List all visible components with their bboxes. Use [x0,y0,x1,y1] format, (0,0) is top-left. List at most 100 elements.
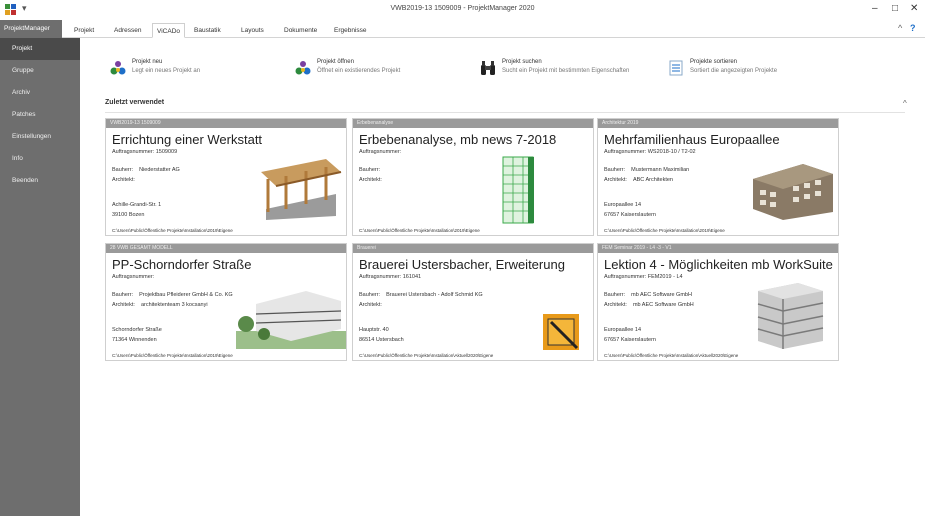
card-path: C:\Users\Public\Öffentliche Projekte\Ins… [604,228,725,233]
card-architect: Architekt: [359,302,382,308]
recent-project-card[interactable]: Architektur 2019 Mehrfamilienhaus Europa… [597,118,839,236]
card-client: Bauherr: mb AEC Software GmbH [604,292,692,298]
concrete-frame-model-image [757,283,824,349]
recent-heading: Zuletzt verwendet [105,99,165,106]
section-divider [105,112,905,113]
recent-project-card[interactable]: FEM Seminar 2019 - L4 -3 - V1 Lektion 4 … [597,243,839,361]
recent-project-card[interactable]: Brauerei Brauerei Ustersbacher, Erweiter… [352,243,594,361]
card-street: Schorndorfer Straße [112,327,162,333]
card-city: 86514 Ustersbach [359,337,404,343]
card-city: 71364 Winnenden [112,337,157,343]
open-project-button[interactable]: Projekt öffnen Öffnet ein existierendes … [295,58,445,82]
ribbon-collapse-button[interactable]: ^ [898,23,902,33]
card-header: Architektur 2019 [598,119,838,128]
card-path: C:\Users\Public\Öffentliche Projekte\Ins… [604,353,739,358]
search-project-desc: Sucht ein Projekt mit bestimmten Eigensc… [502,68,630,74]
tab-dokumente[interactable]: Dokumente [280,23,321,38]
new-project-label: Projekt neu [132,59,163,65]
card-title: Errichtung einer Werkstatt [112,132,263,147]
card-path: C:\Users\Public\Öffentliche Projekte\Ins… [112,228,233,233]
card-order-number: Auftragsnummer: [359,149,402,155]
sidebar-item-projekt[interactable]: Projekt [0,38,80,60]
new-project-desc: Legt ein neues Projekt an [132,68,201,74]
card-client: Bauherr: Projektbau Pfleiderer GmbH & Co.… [112,292,233,298]
sidebar-item-gruppe[interactable]: Gruppe [0,60,80,82]
search-project-label: Projekt suchen [502,59,542,65]
card-street: Hauptstr. 40 [359,327,389,333]
card-title: Erbebenanalyse, mb news 7-2018 [359,132,557,147]
card-client: Bauherr: Brauerei Ustersbach - Adolf Schm… [359,292,483,298]
card-header: Brauerei [353,244,593,253]
main-content: Projekt neu Legt ein neues Projekt an Pr… [80,38,925,516]
title-bar: ▾ VWB2019-13 1509009 - ProjektManager 20… [0,0,925,20]
sort-projects-icon [669,60,683,76]
new-project-button[interactable]: Projekt neu Legt ein neues Projekt an [110,58,250,82]
card-client: Bauherr: Mustermann Maximilian [604,167,690,173]
card-path: C:\Users\Public\Öffentliche Projekte\Ins… [112,353,233,358]
residential-complex-image [236,291,346,349]
recent-collapse-button[interactable]: ^ [903,99,907,108]
maximize-button[interactable]: □ [892,3,898,14]
card-order-number: Auftragsnummer: FEM2019 - L4 [604,274,683,280]
card-path: C:\Users\Public\Öffentliche Projekte\Ins… [359,228,480,233]
sidebar-item-einstellungen[interactable]: Einstellungen [0,126,80,148]
sort-projects-button[interactable]: Projekte sortieren Sortiert die angezeig… [668,58,818,82]
card-order-number: Auftragsnummer: 1509009 [112,149,178,155]
card-header: 28 VWB GESAMT MODELL [106,244,346,253]
card-path: C:\Users\Public\Öffentliche Projekte\Ins… [359,353,494,358]
brewery-logo-image [543,314,579,350]
close-button[interactable]: ✕ [910,3,918,14]
ribbon-tabs: ProjektManager Projekt Adressen ViCADo B… [0,20,925,38]
card-title: PP-Schorndorfer Straße [112,257,252,272]
card-architect: Architekt: architektenteam 3 kocsanyi [112,302,208,308]
card-order-number: Auftragsnummer: [112,274,155,280]
search-project-button[interactable]: Projekt suchen Sucht ein Projekt mit bes… [480,58,660,82]
card-architect: Architekt: ABC Architekten [604,177,673,183]
card-street: Europaallee 14 [604,202,642,208]
green-structural-model-image [502,156,534,224]
timber-frame-workshop-image [261,159,342,220]
tab-vicado[interactable]: ViCADo [152,23,186,38]
card-client: Bauherr: [359,167,381,173]
sidebar-item-info[interactable]: Info [0,148,80,170]
sidebar-item-patches[interactable]: Patches [0,104,80,126]
binoculars-icon [481,61,495,75]
recent-project-card[interactable]: VWB2019-13 1509009 Errichtung einer Werk… [105,118,347,236]
sidebar-item-beenden[interactable]: Beenden [0,170,80,192]
help-button[interactable]: ? [910,23,916,33]
card-architect: Architekt: [359,177,382,183]
recent-project-card[interactable]: 28 VWB GESAMT MODELL PP-Schorndorfer Str… [105,243,347,361]
tab-projekt[interactable]: Projekt [70,23,98,38]
card-title: Brauerei Ustersbacher, Erweiterung [359,257,565,272]
recent-project-card[interactable]: Erbebenanalyse Erbebenanalyse, mb news 7… [352,118,594,236]
card-architect: Architekt: mb AEC Software GmbH [604,302,694,308]
sort-projects-label: Projekte sortieren [690,59,738,65]
card-title: Lektion 4 - Möglichkeiten mb WorkSuite [604,257,833,272]
card-city: 67657 Kaiserslautern [604,337,656,343]
card-street: Achille-Grandi-Str. 1 [112,202,162,208]
tab-ergebnisse[interactable]: Ergebnisse [330,23,371,38]
card-architect: Architekt: [112,177,135,183]
card-title: Mehrfamilienhaus Europaallee [604,132,780,147]
tab-baustatik[interactable]: Baustatik [190,23,225,38]
card-client: Bauherr: Niederstatter AG [112,167,180,173]
card-order-number: Auftragsnummer: 161041 [359,274,422,280]
card-city: 39100 Bozen [112,212,145,218]
card-header: FEM Seminar 2019 - L4 -3 - V1 [598,244,838,253]
card-header: VWB2019-13 1509009 [106,119,346,128]
minimize-button[interactable]: – [872,3,878,14]
tab-layouts[interactable]: Layouts [237,23,268,38]
sidebar: Projekt Gruppe Archiv Patches Einstellun… [0,38,80,516]
card-order-number: Auftragsnummer: WS2018-10 / T2-02 [604,149,696,155]
open-project-desc: Öffnet ein existierendes Projekt [317,68,401,74]
tab-projektmanager[interactable]: ProjektManager [0,20,62,38]
window-title: VWB2019-13 1509009 - ProjektManager 2020 [390,5,535,12]
sort-projects-desc: Sortiert die angezeigten Projekte [690,68,778,74]
card-header: Erbebenanalyse [353,119,593,128]
new-project-icon [110,61,126,75]
open-project-label: Projekt öffnen [317,59,354,65]
sidebar-item-archiv[interactable]: Archiv [0,82,80,104]
open-project-icon [295,61,311,75]
card-street: Europaallee 14 [604,327,642,333]
tab-adressen[interactable]: Adressen [110,23,145,38]
